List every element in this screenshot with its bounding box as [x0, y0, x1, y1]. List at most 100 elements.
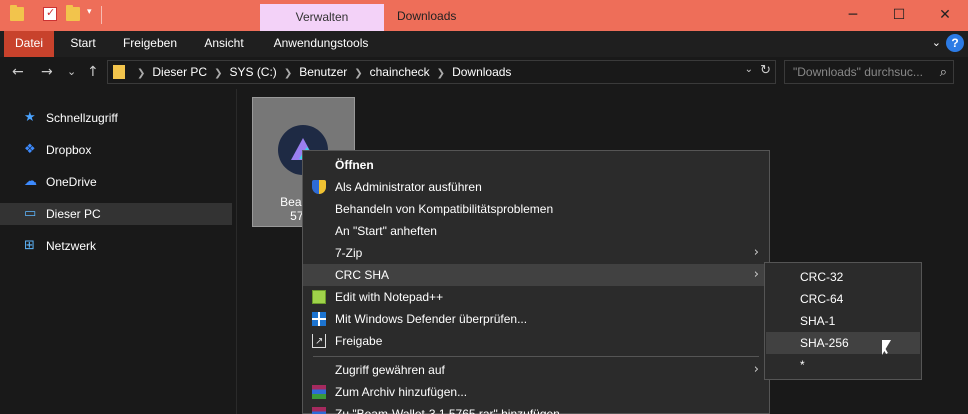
submenu-item-sha256[interactable]: SHA-256	[766, 332, 920, 354]
chevron-right-icon[interactable]: ❯	[354, 68, 362, 79]
pane-divider[interactable]	[236, 89, 237, 414]
winrar-icon	[312, 407, 326, 414]
menu-item-pin-to-start[interactable]: An "Start" anheften	[303, 220, 769, 242]
tab-freigeben[interactable]: Freigeben	[112, 31, 188, 57]
computer-icon: ▭	[24, 206, 37, 221]
menu-item-label: Freigabe	[335, 334, 383, 348]
submenu-item-label: SHA-1	[800, 314, 836, 328]
menu-item-add-to-rar[interactable]: Zu "Beam-Wallet-3.1.5765.rar" hinzufügen	[303, 403, 769, 414]
menu-item-oeffnen[interactable]: Öffnen	[303, 154, 769, 176]
nav-item-dropbox[interactable]: ❖ Dropbox	[0, 139, 232, 161]
submenu-item-label: CRC-64	[800, 292, 844, 306]
submenu-item-all[interactable]: *	[766, 354, 920, 376]
navigation-pane: ★ Schnellzugriff ❖ Dropbox ☁ OneDrive ▭ …	[0, 89, 232, 414]
maximize-button[interactable]: ☐	[876, 0, 922, 31]
crumb-downloads[interactable]: Downloads	[452, 65, 511, 79]
ribbon-collapse-icon[interactable]: ⌄	[932, 36, 941, 49]
menu-item-label: An "Start" anheften	[335, 224, 437, 238]
submenu-item-crc32[interactable]: CRC-32	[766, 266, 920, 288]
recent-locations-icon[interactable]: ⌄	[67, 65, 76, 78]
menu-item-label: Edit with Notepad++	[335, 290, 444, 304]
ribbon-tabs: Datei Start Freigeben Ansicht Anwendungs…	[0, 31, 968, 57]
star-icon: ★	[24, 110, 36, 125]
windows-defender-icon	[312, 312, 326, 326]
submenu-item-label: CRC-32	[800, 270, 844, 284]
menu-item-label: Behandeln von Kompatibilitätsproblemen	[335, 202, 554, 216]
crumb-sys-c[interactable]: SYS (C:)	[229, 65, 276, 79]
menu-item-zugriff-gewaehren[interactable]: Zugriff gewähren auf ›	[303, 359, 769, 381]
chevron-right-icon[interactable]: ❯	[137, 68, 145, 79]
contextual-tab-group: Verwalten	[260, 4, 384, 31]
close-button[interactable]: ✕	[922, 0, 968, 31]
tab-start[interactable]: Start	[58, 31, 108, 57]
chevron-right-icon: ›	[753, 245, 759, 260]
address-bar[interactable]: ❯ Dieser PC ❯ SYS (C:) ❯ Benutzer ❯ chaincheck ❯…	[107, 60, 776, 84]
menu-item-label: Mit Windows Defender überprüfen...	[335, 312, 528, 326]
share-icon	[312, 331, 326, 353]
nav-item-dieser-pc[interactable]: ▭ Dieser PC	[0, 203, 232, 225]
new-folder-icon[interactable]	[66, 5, 80, 21]
context-menu: Öffnen Als Administrator ausführen Behan…	[302, 150, 770, 414]
menu-item-freigabe[interactable]: Freigabe	[303, 330, 769, 353]
menu-item-add-to-archive[interactable]: Zum Archiv hinzufügen...	[303, 381, 769, 403]
menu-item-run-as-admin[interactable]: Als Administrator ausführen	[303, 176, 769, 198]
nav-item-label: Netzwerk	[46, 239, 97, 253]
chevron-right-icon[interactable]: ❯	[284, 68, 292, 79]
tab-anwendungstools[interactable]: Anwendungstools	[262, 31, 380, 57]
uac-shield-icon	[312, 180, 326, 194]
search-placeholder: "Downloads" durchsuc...	[793, 65, 923, 79]
menu-item-label: Öffnen	[335, 158, 374, 172]
forward-icon[interactable]: →	[41, 64, 53, 80]
folder-icon[interactable]	[10, 5, 24, 21]
menu-item-windows-defender[interactable]: Mit Windows Defender überprüfen...	[303, 308, 769, 330]
dropbox-icon: ❖	[24, 142, 36, 157]
up-icon[interactable]: ↑	[87, 64, 99, 80]
crumb-chaincheck[interactable]: chaincheck	[370, 65, 430, 79]
chevron-right-icon[interactable]: ❯	[437, 68, 445, 79]
window-title: Downloads	[397, 9, 457, 23]
crumb-benutzer[interactable]: Benutzer	[299, 65, 347, 79]
cloud-icon: ☁	[24, 174, 37, 189]
nav-item-onedrive[interactable]: ☁ OneDrive	[0, 171, 232, 193]
help-icon[interactable]: ?	[946, 34, 964, 52]
refresh-icon[interactable]: ↻	[760, 63, 771, 78]
menu-item-7zip[interactable]: 7-Zip ›	[303, 242, 769, 264]
menu-separator	[313, 356, 759, 357]
title-bar: ▾ Verwalten Downloads ─ ☐ ✕	[0, 0, 968, 31]
chevron-right-icon: ›	[753, 362, 759, 377]
menu-item-label: Zum Archiv hinzufügen...	[335, 385, 468, 399]
chevron-right-icon[interactable]: ❯	[214, 68, 222, 79]
crc-sha-submenu: CRC-32 CRC-64 SHA-1 SHA-256 *	[764, 262, 922, 380]
folder-icon	[113, 65, 125, 79]
nav-item-label: Dieser PC	[46, 207, 101, 221]
tab-ansicht[interactable]: Ansicht	[192, 31, 256, 57]
menu-item-label: Zu "Beam-Wallet-3.1.5765.rar" hinzufügen	[335, 407, 560, 414]
chevron-right-icon: ›	[753, 267, 759, 282]
menu-item-compatibility[interactable]: Behandeln von Kompatibilitätsproblemen	[303, 198, 769, 220]
nav-item-label: Dropbox	[46, 143, 92, 157]
nav-item-label: Schnellzugriff	[46, 111, 118, 125]
back-icon[interactable]: ←	[12, 64, 24, 80]
mouse-cursor-icon	[882, 340, 891, 355]
nav-item-label: OneDrive	[46, 175, 97, 189]
submenu-item-label: *	[800, 358, 805, 372]
nav-item-netzwerk[interactable]: ⊞ Netzwerk	[0, 235, 232, 257]
notepad-plus-plus-icon	[312, 290, 326, 304]
search-icon[interactable]: ⌕	[940, 62, 947, 84]
address-row: ← → ⌄ ↑ ❯ Dieser PC ❯ SYS (C:) ❯ Benutzer ❯ cha…	[0, 57, 968, 89]
quick-access-dropdown-icon[interactable]: ▾	[87, 7, 92, 17]
menu-item-notepad-plus-plus[interactable]: Edit with Notepad++	[303, 286, 769, 308]
submenu-item-crc64[interactable]: CRC-64	[766, 288, 920, 310]
submenu-item-sha1[interactable]: SHA-1	[766, 310, 920, 332]
submenu-item-label: SHA-256	[800, 336, 849, 350]
crumb-dieser-pc[interactable]: Dieser PC	[152, 65, 207, 79]
search-input[interactable]: "Downloads" durchsuc... ⌕	[784, 60, 954, 84]
menu-item-label: 7-Zip	[335, 246, 363, 260]
address-dropdown-icon[interactable]: ⌄	[745, 64, 753, 75]
network-icon: ⊞	[24, 238, 35, 253]
nav-item-schnellzugriff[interactable]: ★ Schnellzugriff	[0, 107, 232, 129]
tab-datei[interactable]: Datei	[4, 31, 54, 57]
menu-item-crc-sha[interactable]: CRC SHA ›	[303, 264, 769, 286]
minimize-button[interactable]: ─	[830, 0, 876, 31]
properties-icon[interactable]	[43, 6, 57, 21]
